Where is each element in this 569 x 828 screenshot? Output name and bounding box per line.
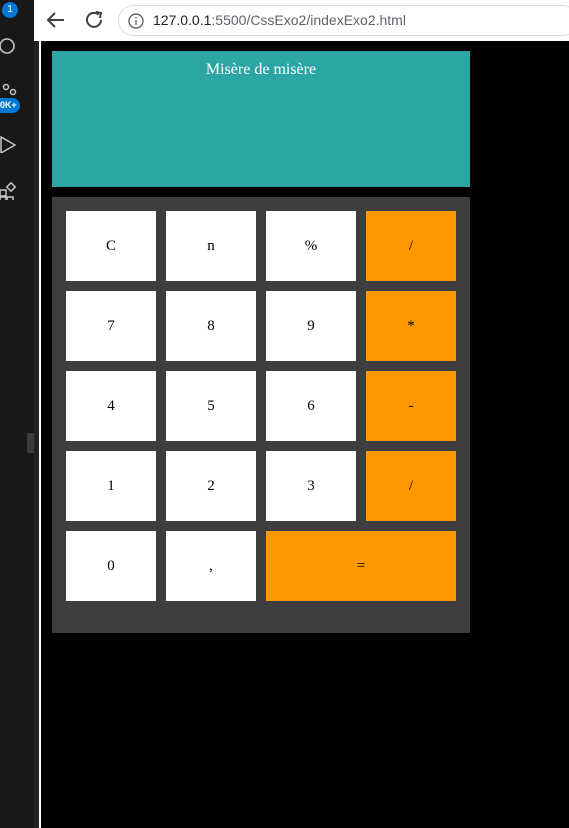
display-text: Misère de misère xyxy=(205,61,317,78)
browser-toolbar: 127.0.0.1:5500/CssExo2/indexExo2.html xyxy=(34,0,569,41)
multiply-key[interactable]: * xyxy=(366,291,456,361)
search-icon[interactable] xyxy=(0,37,18,55)
url-path: :5500/CssExo2/indexExo2.html xyxy=(211,12,406,28)
digit-9-key[interactable]: 9 xyxy=(266,291,356,361)
digit-0-key[interactable]: 0 xyxy=(66,531,156,601)
extensions-icon[interactable] xyxy=(0,182,18,200)
digit-5-key[interactable]: 5 xyxy=(166,371,256,441)
url-host: 127.0.0.1 xyxy=(153,12,212,28)
back-arrow-icon[interactable] xyxy=(44,8,68,32)
address-bar[interactable]: 127.0.0.1:5500/CssExo2/indexExo2.html xyxy=(118,5,569,36)
notification-badge: 1 xyxy=(2,2,18,18)
site-info-icon[interactable] xyxy=(127,12,145,30)
slash-key[interactable]: / xyxy=(366,451,456,521)
activity-bar: 1 0K+ xyxy=(0,0,34,828)
url-text[interactable]: 127.0.0.1:5500/CssExo2/indexExo2.html xyxy=(153,6,406,35)
minus-key[interactable]: - xyxy=(366,371,456,441)
calculator-display: Misère de misère xyxy=(52,51,470,187)
digit-7-key[interactable]: 7 xyxy=(66,291,156,361)
digit-6-key[interactable]: 6 xyxy=(266,371,356,441)
calculator-keypad: C n % / 7 8 9 * 4 5 6 - 1 2 3 / 0 , = xyxy=(52,197,470,633)
digit-3-key[interactable]: 3 xyxy=(266,451,356,521)
digit-8-key[interactable]: 8 xyxy=(166,291,256,361)
run-debug-icon[interactable] xyxy=(0,135,18,153)
clear-key[interactable]: C xyxy=(66,211,156,281)
equals-key[interactable]: = xyxy=(266,531,456,601)
divide-key[interactable]: / xyxy=(366,211,456,281)
digit-2-key[interactable]: 2 xyxy=(166,451,256,521)
digit-1-key[interactable]: 1 xyxy=(66,451,156,521)
percent-key[interactable]: % xyxy=(266,211,356,281)
digit-4-key[interactable]: 4 xyxy=(66,371,156,441)
sidebar-scrollbar[interactable] xyxy=(27,433,34,453)
n-key[interactable]: n xyxy=(166,211,256,281)
changes-badge: 0K+ xyxy=(0,98,20,113)
reload-icon[interactable] xyxy=(82,8,106,32)
comma-key[interactable]: , xyxy=(166,531,256,601)
